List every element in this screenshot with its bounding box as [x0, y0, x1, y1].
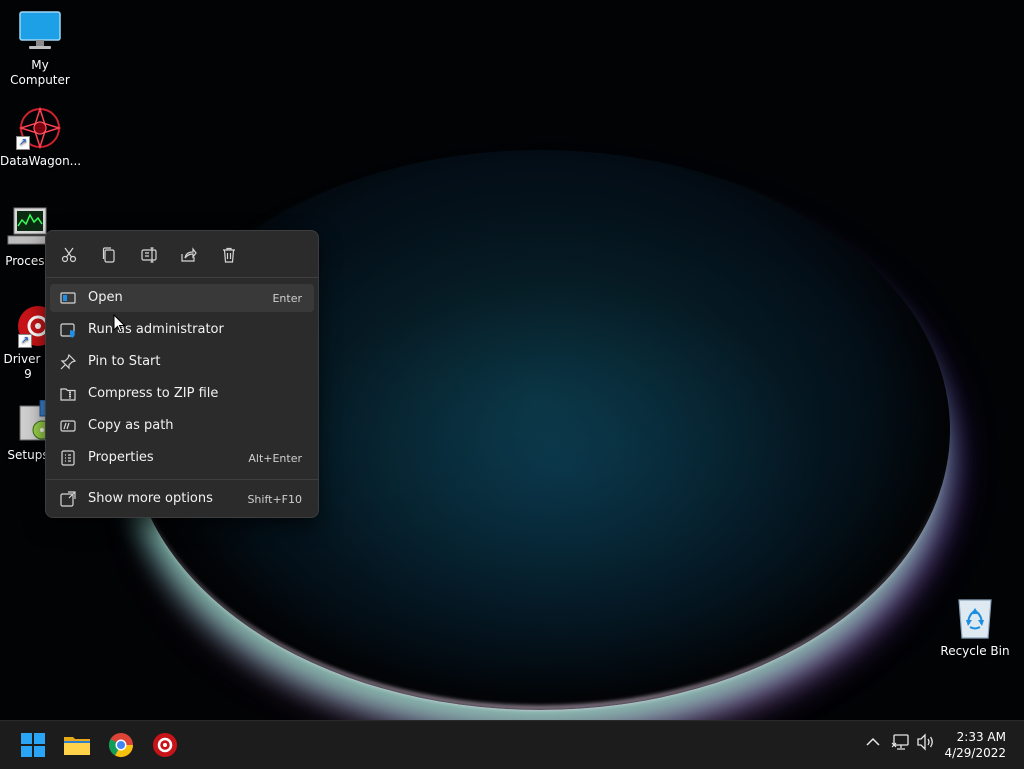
folder-icon — [64, 737, 90, 755]
driver-booster-icon — [153, 733, 177, 757]
menu-item-shortcut: Alt+Enter — [248, 452, 302, 465]
show-hidden-icons-button[interactable] — [864, 733, 882, 755]
context-menu-toolbar — [46, 231, 318, 277]
desktop-icon-recycle-bin[interactable]: Recycle Bin — [935, 596, 1015, 659]
file-explorer-button[interactable] — [63, 731, 91, 759]
share-button[interactable] — [177, 243, 201, 267]
clock-time: 2:33 AM — [956, 730, 1006, 744]
clock[interactable]: 2:33 AM 4/29/2022 — [944, 729, 1006, 761]
recycle-bin-icon — [951, 596, 999, 640]
windows-start-icon — [21, 733, 45, 757]
pin-icon — [60, 354, 76, 370]
menu-item-shortcut: Enter — [272, 292, 302, 305]
menu-item-show-more-options[interactable]: Show more options Shift+F10 — [50, 485, 314, 513]
menu-item-label: Run as administrator — [88, 322, 224, 337]
rename-button[interactable] — [137, 243, 161, 267]
cut-button[interactable] — [57, 243, 81, 267]
context-menu-separator — [46, 277, 318, 278]
menu-item-compress-zip[interactable]: Compress to ZIP file — [50, 380, 314, 408]
desktop-icon-label: Recycle Bin — [940, 644, 1010, 658]
menu-item-label: Properties — [88, 450, 154, 465]
desktop-icon-my-computer[interactable]: My Computer — [0, 10, 80, 88]
copy-button[interactable] — [97, 243, 121, 267]
scissors-icon — [61, 247, 77, 263]
mouse-cursor-icon — [113, 314, 126, 333]
volume-button[interactable] — [916, 733, 936, 755]
taskbar: 2:33 AM 4/29/2022 — [0, 720, 1024, 769]
context-menu-separator — [46, 479, 318, 480]
chrome-icon — [108, 733, 133, 758]
context-menu: Open Enter Run as administrator Pin to S… — [45, 230, 319, 518]
trash-icon — [223, 247, 235, 263]
start-button[interactable] — [19, 731, 47, 759]
chevron-up-icon — [866, 737, 880, 746]
menu-item-open[interactable]: Open Enter — [50, 284, 314, 312]
menu-item-pin-to-start[interactable]: Pin to Start — [50, 348, 314, 376]
more-options-icon — [60, 491, 76, 507]
copy-icon — [102, 247, 115, 263]
desktop-icon-datawagon[interactable]: ↗ DataWagon... — [0, 106, 82, 169]
shortcut-arrow-icon: ↗ — [16, 136, 30, 150]
menu-item-shortcut: Shift+F10 — [247, 493, 302, 506]
datawagon-icon: ↗ — [16, 106, 64, 150]
menu-item-label: Compress to ZIP file — [88, 386, 219, 401]
menu-item-label: Pin to Start — [88, 354, 161, 369]
copy-path-icon — [60, 420, 76, 432]
menu-item-run-as-administrator[interactable]: Run as administrator — [50, 316, 314, 344]
network-icon — [891, 734, 909, 750]
menu-item-label: Copy as path — [88, 418, 174, 433]
properties-icon — [61, 450, 75, 466]
desktop-icon-label: DataWagon... — [0, 154, 82, 168]
menu-item-label: Open — [88, 290, 123, 305]
desktop-icon-label: My Computer — [10, 58, 70, 87]
driver-booster-taskbar-button[interactable] — [151, 731, 179, 759]
network-button[interactable] — [891, 733, 911, 755]
share-icon — [181, 247, 197, 262]
menu-item-properties[interactable]: Properties Alt+Enter — [50, 444, 314, 472]
open-window-icon — [60, 292, 76, 304]
clock-date: 4/29/2022 — [944, 746, 1006, 760]
delete-button[interactable] — [217, 243, 241, 267]
volume-icon — [917, 733, 933, 751]
chrome-button[interactable] — [107, 731, 135, 759]
shortcut-arrow-icon: ↗ — [18, 334, 32, 348]
zip-folder-icon — [60, 388, 76, 401]
shield-window-icon — [60, 323, 75, 338]
menu-item-copy-as-path[interactable]: Copy as path — [50, 412, 314, 440]
rename-icon — [141, 247, 157, 263]
monitor-icon — [16, 10, 64, 54]
menu-item-label: Show more options — [88, 491, 213, 506]
